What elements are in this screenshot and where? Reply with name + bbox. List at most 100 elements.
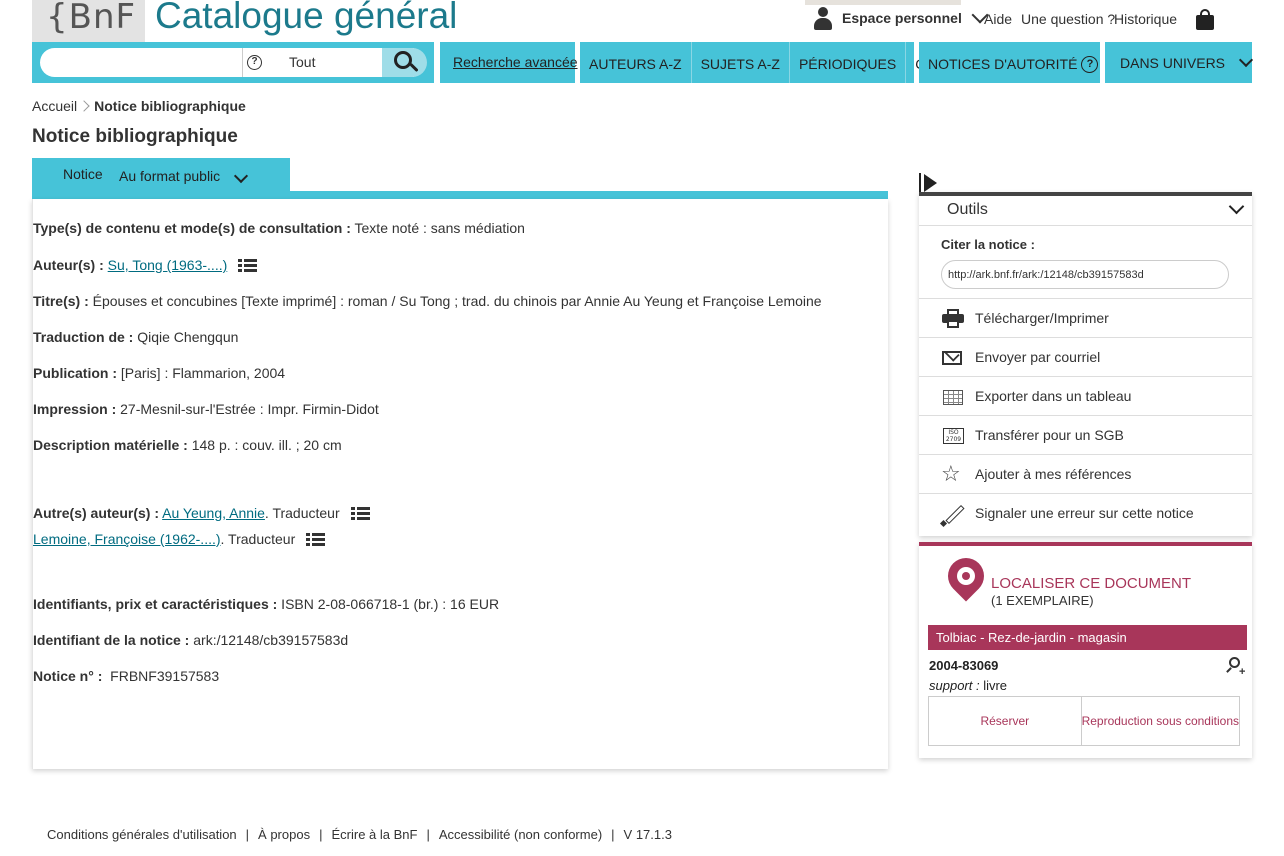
search-button[interactable]: [382, 48, 427, 77]
menu-auteurs[interactable]: AUTEURS A-Z: [580, 42, 692, 83]
field-identifiants: Identifiants, prix et caractéristiques :…: [33, 596, 499, 612]
author-link[interactable]: Su, Tong (1963-....): [108, 257, 228, 273]
chevron-down-icon: [1238, 52, 1254, 67]
help-circle-icon[interactable]: ?: [1081, 55, 1099, 73]
list-icon[interactable]: [306, 533, 326, 547]
cite-url-field[interactable]: [941, 260, 1229, 289]
notices-autorite-label: NOTICES D'AUTORITÉ: [928, 56, 1078, 72]
search-input[interactable]: [40, 48, 242, 77]
footer-link-accessibilite[interactable]: Accessibilité (non conforme): [439, 827, 602, 842]
tool-label: Transférer pour un SGB: [975, 427, 1124, 443]
field-value: FRBNF39157583: [102, 668, 220, 684]
field-autres-auteurs-2: Lemoine, Françoise (1962-....). Traducte…: [33, 531, 326, 547]
field-value: ark:/12148/cb39157583d: [189, 632, 349, 648]
field-autres-auteurs: Autre(s) auteur(s) : Au Yeung, Annie. Tr…: [33, 505, 370, 521]
collapse-sidebar-icon[interactable]: [919, 173, 939, 193]
printer-icon: [941, 308, 965, 330]
notice-header-strip: [32, 191, 888, 199]
field-label: Identifiants, prix et caractéristiques :: [33, 596, 278, 612]
menu-periodiques[interactable]: PÉRIODIQUES: [790, 42, 907, 83]
tool-label: Ajouter à mes références: [975, 466, 1132, 482]
star-icon: ☆: [941, 461, 961, 486]
field-impression: Impression : 27-Mesnil-sur-l'Estrée : Im…: [33, 401, 379, 417]
author-link[interactable]: Au Yeung, Annie: [162, 505, 265, 521]
list-icon[interactable]: [350, 507, 370, 521]
main-menu: AUTEURS A-Z SUJETS A-Z PÉRIODIQUES COTE: [580, 42, 954, 83]
outils-title: Outils: [947, 201, 988, 218]
dans-univers-menu[interactable]: DANS UNIVERS: [1105, 42, 1254, 83]
espace-personnel-label: Espace personnel: [842, 10, 962, 26]
field-value: Texte noté : sans médiation: [350, 220, 525, 236]
mail-icon: [941, 346, 965, 369]
field-description: Description matérielle : 148 p. : couv. …: [33, 437, 342, 453]
field-auteur: Auteur(s) : Su, Tong (1963-....): [33, 257, 258, 273]
location-place: Tolbiac - Rez-de-jardin - magasin: [928, 625, 1247, 650]
tool-label: Exporter dans un tableau: [975, 388, 1132, 404]
footer-link-ecrire[interactable]: Écrire à la BnF: [331, 827, 417, 842]
location-pin-icon: [940, 550, 992, 608]
field-publication: Publication : [Paris] : Flammarion, 2004: [33, 365, 285, 381]
reproduction-button[interactable]: Reproduction sous conditions: [1082, 697, 1239, 745]
notice-format-value: Au format public: [119, 168, 221, 184]
field-value: ISBN 2-08-066718-1 (br.) : 16 EUR: [277, 596, 500, 612]
field-label: Type(s) de contenu et mode(s) de consult…: [33, 220, 351, 236]
field-value: 27-Mesnil-sur-l'Estrée : Impr. Firmin-Di…: [116, 401, 379, 417]
tool-add-references[interactable]: ☆ Ajouter à mes références: [919, 454, 1252, 493]
field-label: Description matérielle :: [33, 437, 188, 453]
tool-label: Télécharger/Imprimer: [975, 310, 1109, 326]
footer-link-cgu[interactable]: Conditions générales d'utilisation: [47, 827, 237, 842]
tool-transfer-sgb[interactable]: ISO 2709 Transférer pour un SGB: [919, 415, 1252, 454]
user-icon: [812, 5, 834, 31]
outils-panel: Outils Citer la notice : Télécharger/Imp…: [919, 192, 1252, 536]
basket-icon[interactable]: [1196, 8, 1214, 30]
scope-value: Tout: [289, 54, 316, 70]
tool-export-table[interactable]: Exporter dans un tableau: [919, 376, 1252, 415]
localiser-title: LOCALISER CE DOCUMENT: [991, 575, 1192, 592]
search-plus-icon[interactable]: +: [1226, 657, 1245, 678]
tool-download-print[interactable]: Télécharger/Imprimer: [919, 298, 1252, 337]
menu-sujets[interactable]: SUJETS A-Z: [692, 42, 790, 83]
search-bar: ? Tout: [32, 42, 434, 83]
footer-link-apropos[interactable]: À propos: [258, 827, 310, 842]
field-label: Autre(s) auteur(s) :: [33, 505, 160, 521]
help-link[interactable]: Aide: [984, 11, 1012, 27]
tool-label: Signaler une erreur sur cette notice: [975, 505, 1194, 521]
field-value: Qiqie Chengqun: [133, 329, 239, 345]
help-circle-icon[interactable]: ?: [247, 55, 262, 70]
chevron-down-icon: [1228, 198, 1245, 215]
author-link[interactable]: Lemoine, Françoise (1962-....): [33, 531, 221, 547]
outils-header[interactable]: Outils: [919, 196, 1252, 226]
localiser-panel: LOCALISER CE DOCUMENT (1 EXEMPLAIRE) Tol…: [919, 542, 1252, 758]
dans-univers-label: DANS UNIVERS: [1120, 54, 1226, 71]
pencil-icon: [939, 503, 965, 528]
list-icon[interactable]: [238, 259, 258, 273]
espace-personnel-menu[interactable]: Espace personnel: [812, 5, 989, 31]
iso-icon: ISO 2709: [941, 425, 965, 447]
bnf-logo[interactable]: {BnF: [32, 0, 145, 42]
breadcrumb-home[interactable]: Accueil: [32, 98, 77, 114]
notice-tab-label: Notice: [63, 166, 103, 182]
notice-format-selector[interactable]: Notice Au format public: [32, 158, 290, 193]
field-titre: Titre(s) : Épouses et concubines [Texte …: [33, 293, 822, 309]
location-cote: 2004-83069: [929, 658, 999, 673]
advanced-search-link[interactable]: Recherche avancée: [453, 54, 578, 70]
breadcrumb-separator-icon: [78, 100, 90, 112]
advanced-search-box: Recherche avancée: [440, 42, 578, 83]
logo-text: {BnF: [46, 0, 137, 37]
breadcrumb-current: Notice bibliographique: [94, 98, 246, 114]
field-label: Impression :: [33, 401, 117, 417]
tool-report-error[interactable]: Signaler une erreur sur cette notice: [919, 493, 1252, 532]
footer-version: V 17.1.3: [623, 827, 672, 842]
field-traduction: Traduction de : Qiqie Chengqun: [33, 329, 238, 345]
table-icon: [941, 386, 965, 408]
reserve-button[interactable]: Réserver: [929, 697, 1082, 745]
question-link[interactable]: Une question ?: [1021, 11, 1115, 27]
field-label: Identifiant de la notice :: [33, 632, 190, 648]
site-title[interactable]: Catalogue général: [155, 0, 457, 37]
tool-send-email[interactable]: Envoyer par courriel: [919, 337, 1252, 376]
menu-notices-autorite[interactable]: NOTICES D'AUTORITÉ ?: [919, 42, 1100, 83]
search-icon: [394, 51, 412, 69]
field-label: Publication :: [33, 365, 117, 381]
history-link[interactable]: Historique: [1114, 11, 1177, 27]
field-ark: Identifiant de la notice : ark:/12148/cb…: [33, 632, 348, 648]
